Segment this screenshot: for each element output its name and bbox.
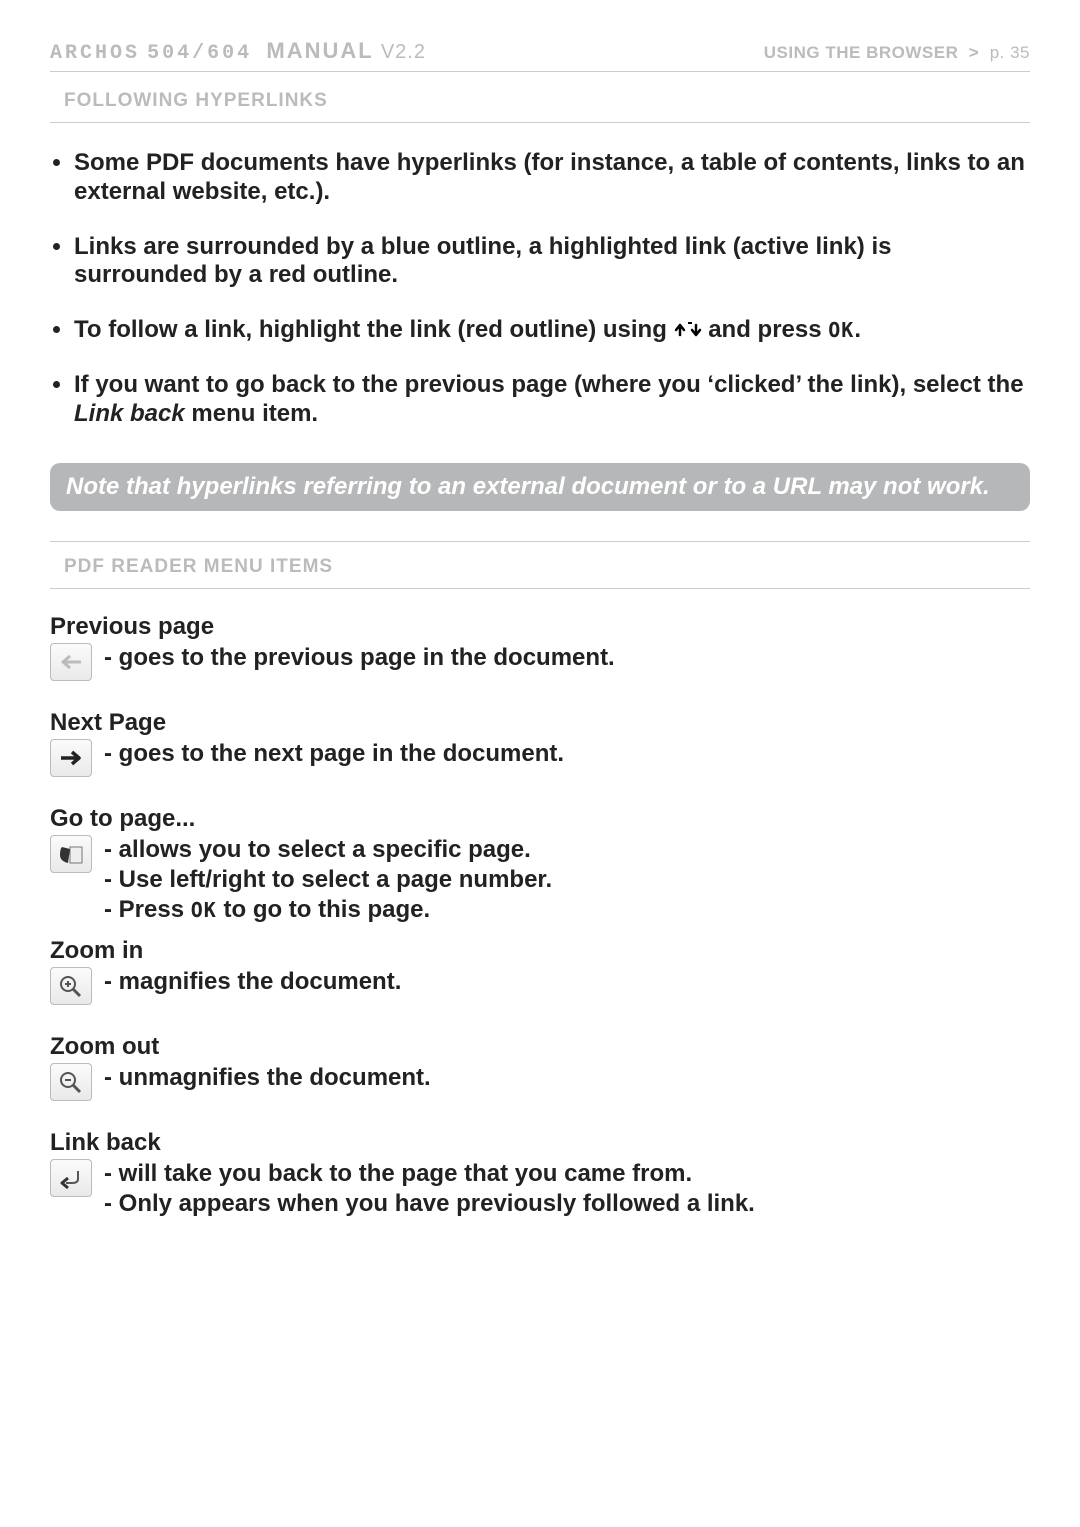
menu-item-line: Only appears when you have previously fo… (104, 1189, 755, 1219)
header-left: ARCHOS 504/604 MANUAL V2.2 (50, 38, 426, 65)
menu-item-lines: magnifies the document. (104, 967, 401, 997)
model: 504/604 (147, 42, 252, 65)
bullet-item: To follow a link, highlight the link (re… (74, 316, 1030, 345)
menu-item-zoom-in: Zoom in magnifies the document. (50, 937, 1030, 1005)
bullet-tail: . (854, 316, 861, 343)
arrow-right-icon (50, 739, 92, 777)
menu-item-lines: goes to the next page in the document. (104, 739, 564, 769)
bullet-text: To follow a link, highlight the link (re… (74, 316, 674, 343)
bullet-text: Links are surrounded by a blue outline, … (74, 233, 891, 289)
menu-item-title: Link back (50, 1129, 1030, 1157)
menu-item-link-back: Link back will take you back to the page… (50, 1129, 1030, 1219)
menu-items: Previous page goes to the previous page … (50, 613, 1030, 1219)
menu-item-line: magnifies the document. (104, 967, 401, 997)
bullet-text: Some PDF documents have hyperlinks (for … (74, 149, 1025, 205)
menu-item-lines: allows you to select a specific page. Us… (104, 835, 552, 925)
zoom-out-icon (50, 1063, 92, 1101)
menu-item-lines: unmagnifies the document. (104, 1063, 431, 1093)
bullet-tail: menu item. (185, 400, 318, 427)
section-pdf-reader-menu: PDF READER MENU ITEMS (50, 541, 1030, 589)
link-back-icon (50, 1159, 92, 1197)
menu-item-line: allows you to select a specific page. (104, 835, 552, 865)
bullet-list: Some PDF documents have hyperlinks (for … (50, 123, 1030, 459)
page-header: ARCHOS 504/604 MANUAL V2.2 USING THE BRO… (50, 38, 1030, 72)
menu-item-title: Zoom in (50, 937, 1030, 965)
version: V2.2 (381, 41, 426, 63)
header-right: USING THE BROWSER > p. 35 (764, 43, 1030, 63)
menu-item-title: Next Page (50, 709, 1030, 737)
manual-label: MANUAL (266, 38, 373, 63)
menu-item-line: goes to the previous page in the documen… (104, 643, 615, 673)
link-back-em: Link back (74, 400, 185, 427)
bullet-text: If you want to go back to the previous p… (74, 371, 1024, 398)
menu-item-title: Zoom out (50, 1033, 1030, 1061)
menu-item-line: goes to the next page in the document. (104, 739, 564, 769)
bullet-item: If you want to go back to the previous p… (74, 371, 1030, 429)
menu-item-line: Use left/right to select a page number. (104, 865, 552, 895)
bullet-text-mid: and press (702, 316, 829, 343)
bullet-item: Links are surrounded by a blue outline, … (74, 233, 1030, 291)
menu-item-line: will take you back to the page that you … (104, 1159, 755, 1189)
menu-item-title: Go to page... (50, 805, 1030, 833)
menu-item-go-to-page: Go to page... allows you to select a spe… (50, 805, 1030, 925)
page-turn-icon (50, 835, 92, 873)
menu-item-previous-page: Previous page goes to the previous page … (50, 613, 1030, 681)
brand: ARCHOS (50, 42, 140, 65)
chevron-right-icon: > (969, 43, 979, 62)
menu-item-next-page: Next Page goes to the next page in the d… (50, 709, 1030, 777)
menu-item-line: unmagnifies the document. (104, 1063, 431, 1093)
section-name: USING THE BROWSER (764, 43, 959, 62)
note-box: Note that hyperlinks referring to an ext… (50, 463, 1030, 511)
ok-icon: OK (828, 318, 854, 342)
menu-item-lines: will take you back to the page that you … (104, 1159, 755, 1219)
page-number: p. 35 (990, 43, 1030, 62)
section-following-hyperlinks: FOLLOWING HYPERLINKS (50, 76, 1030, 123)
arrow-left-faded-icon (50, 643, 92, 681)
zoom-in-icon (50, 967, 92, 1005)
ok-icon: OK (191, 898, 217, 922)
bullet-item: Some PDF documents have hyperlinks (for … (74, 149, 1030, 207)
up-down-arrows-icon (674, 316, 702, 343)
menu-item-line: Press OK to go to this page. (104, 895, 552, 925)
menu-item-lines: goes to the previous page in the documen… (104, 643, 615, 673)
menu-item-title: Previous page (50, 613, 1030, 641)
menu-item-zoom-out: Zoom out unmagnifies the document. (50, 1033, 1030, 1101)
